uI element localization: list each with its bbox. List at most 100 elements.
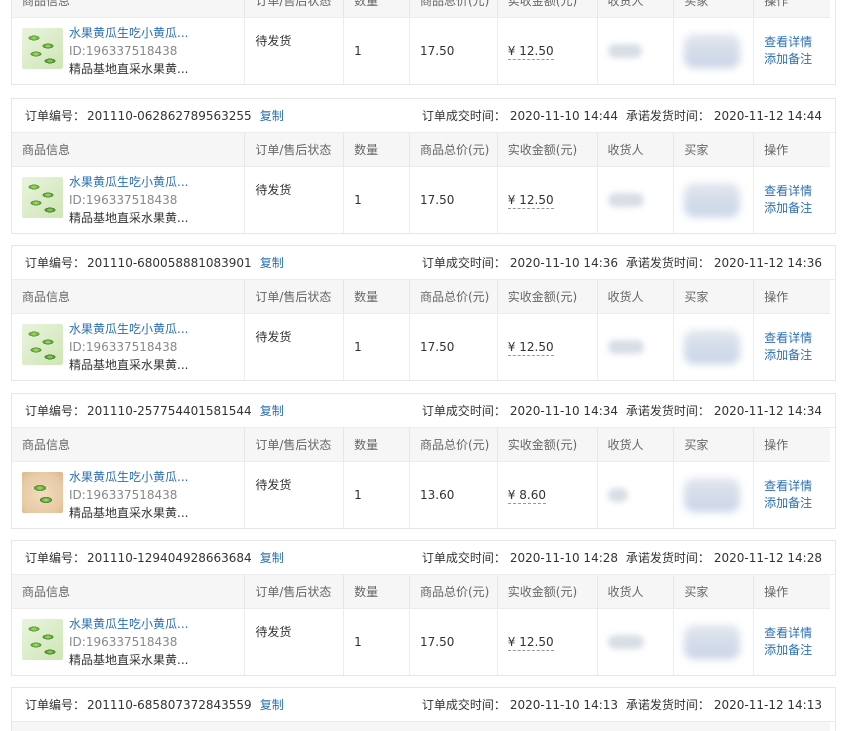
product-thumbnail[interactable] <box>22 619 63 660</box>
deal-time: 2020-11-10 14:13 <box>509 698 619 712</box>
receiver-redacted <box>607 193 644 207</box>
paid-amount[interactable]: ¥ 12.50 <box>507 634 554 651</box>
order-no-label: 订单编号： <box>25 256 86 270</box>
table-row: 水果黄瓜生吃小黄瓜... ID:196337518438 精品基地直采水果黄..… <box>12 609 830 675</box>
col-total-price: 商品总价(元) <box>409 133 497 166</box>
col-quantity: 数量 <box>343 575 409 608</box>
col-actions: 操作 <box>753 133 830 166</box>
product-cell: 水果黄瓜生吃小黄瓜... ID:196337518438 精品基地直采水果黄..… <box>12 314 244 380</box>
paid-amount[interactable]: ¥ 12.50 <box>507 43 554 60</box>
add-note-link[interactable]: 添加备注 <box>764 51 812 68</box>
order-no-label: 订单编号： <box>25 698 86 712</box>
order-card: 订单编号： 201110-680058881083901 复制 订单成交时间： 202… <box>11 245 836 381</box>
receiver-redacted <box>607 44 642 58</box>
col-quantity: 数量 <box>343 0 409 17</box>
table-row: 水果黄瓜生吃小黄瓜... ID:196337518438 精品基地直采水果黄..… <box>12 18 830 84</box>
paid-amount[interactable]: ¥ 12.50 <box>507 339 554 356</box>
table-header: 商品信息 订单/售后状态 数量 商品总价(元) 实收金额(元) 收货人 买家 操… <box>12 133 830 167</box>
add-note-link[interactable]: 添加备注 <box>764 347 812 364</box>
col-paid-amount: 实收金额(元) <box>496 575 597 608</box>
add-note-link[interactable]: 添加备注 <box>764 642 812 659</box>
col-product-info: 商品信息 <box>22 143 71 157</box>
col-product-info: 商品信息 <box>22 0 71 8</box>
deal-time-label: 订单成交时间： <box>421 404 506 418</box>
product-name-link[interactable]: 水果黄瓜生吃小黄瓜... <box>69 173 188 191</box>
col-total-price: 商品总价(元) <box>409 280 497 313</box>
view-detail-link[interactable]: 查看详情 <box>764 478 812 495</box>
paid-amount[interactable]: ¥ 12.50 <box>507 192 554 209</box>
table-row: 水果黄瓜生吃小黄瓜... ID:196337518438 精品基地直采水果黄..… <box>12 462 830 528</box>
order-number: 201110-685807372843559 <box>87 698 252 712</box>
product-thumbnail[interactable] <box>22 28 63 69</box>
copy-order-no-button[interactable]: 复制 <box>260 551 284 565</box>
order-status: 待发货 <box>244 609 343 675</box>
order-card: 订单编号： 201110-257754401581544 复制 订单成交时间： 202… <box>11 393 836 529</box>
col-status: 订单/售后状态 <box>244 0 343 17</box>
table-header: 商品信息 订单/售后状态 数量 商品总价(元) 实收金额(元) 收货人 买家 操… <box>12 575 830 609</box>
copy-order-no-button[interactable]: 复制 <box>260 404 284 418</box>
product-name-link[interactable]: 水果黄瓜生吃小黄瓜... <box>69 320 188 338</box>
copy-order-no-button[interactable]: 复制 <box>260 256 284 270</box>
add-note-link[interactable]: 添加备注 <box>764 200 812 217</box>
buyer-redacted <box>684 625 741 659</box>
table-row: 水果黄瓜生吃小黄瓜... ID:196337518438 精品基地直采水果黄..… <box>12 167 830 233</box>
add-note-link[interactable]: 添加备注 <box>764 495 812 512</box>
ship-time-label: 承诺发货时间： <box>625 551 710 565</box>
view-detail-link[interactable]: 查看详情 <box>764 183 812 200</box>
total-price: 13.60 <box>409 462 497 528</box>
order-card: 订单编号： 201110-062862789563255 复制 订单成交时间： 202… <box>11 98 836 234</box>
quantity: 1 <box>343 314 409 380</box>
copy-order-no-button[interactable]: 复制 <box>260 109 284 123</box>
ship-time-label: 承诺发货时间： <box>625 109 710 123</box>
total-price: 17.50 <box>409 314 497 380</box>
order-status: 待发货 <box>244 18 343 84</box>
col-total-price: 商品总价(元) <box>409 0 497 17</box>
product-thumbnail[interactable] <box>22 472 63 513</box>
col-total-price: 商品总价(元) <box>409 575 497 608</box>
col-quantity: 数量 <box>343 133 409 166</box>
view-detail-link[interactable]: 查看详情 <box>764 34 812 51</box>
receiver-redacted <box>607 340 644 354</box>
deal-time: 2020-11-10 14:34 <box>509 404 619 418</box>
actions-cell: 查看详情 添加备注 <box>753 314 830 380</box>
product-id: ID:196337518438 <box>69 193 178 207</box>
product-name-link[interactable]: 水果黄瓜生吃小黄瓜... <box>69 468 188 486</box>
col-paid-amount: 实收金额(元) <box>496 133 597 166</box>
product-thumbnail[interactable] <box>22 324 63 365</box>
col-buyer: 买家 <box>673 428 753 461</box>
col-buyer: 买家 <box>673 575 753 608</box>
product-desc: 精品基地直采水果黄... <box>69 506 189 520</box>
col-product-info: 商品信息 <box>22 290 71 304</box>
order-header: 订单编号： 201110-062862789563255 复制 订单成交时间： 202… <box>12 99 835 133</box>
col-paid-amount: 实收金额(元) <box>496 280 597 313</box>
col-actions: 操作 <box>753 428 830 461</box>
col-quantity: 数量 <box>343 280 409 313</box>
col-buyer: 买家 <box>673 0 753 17</box>
quantity: 1 <box>343 167 409 233</box>
col-status: 订单/售后状态 <box>244 575 343 608</box>
copy-order-no-button[interactable]: 复制 <box>260 698 284 712</box>
product-id: ID:196337518438 <box>69 488 178 502</box>
ship-time-label: 承诺发货时间： <box>625 256 710 270</box>
order-status: 待发货 <box>244 167 343 233</box>
col-receiver: 收货人 <box>596 280 674 313</box>
product-id: ID:196337518438 <box>69 44 178 58</box>
view-detail-link[interactable]: 查看详情 <box>764 330 812 347</box>
order-card: 商品信息 订单/售后状态 数量 商品总价(元) 实收金额(元) 收货人 买家 操… <box>11 0 836 85</box>
product-name-link[interactable]: 水果黄瓜生吃小黄瓜... <box>69 615 188 633</box>
col-receiver: 收货人 <box>596 428 674 461</box>
paid-amount[interactable]: ¥ 8.60 <box>507 487 546 504</box>
ship-time: 2020-11-12 14:28 <box>713 551 822 565</box>
view-detail-link[interactable]: 查看详情 <box>764 625 812 642</box>
col-product-info: 商品信息 <box>22 585 71 599</box>
deal-time: 2020-11-10 14:44 <box>509 109 619 123</box>
receiver-redacted <box>607 488 628 502</box>
product-desc: 精品基地直采水果黄... <box>69 211 189 225</box>
order-no-label: 订单编号： <box>25 551 86 565</box>
product-name-link[interactable]: 水果黄瓜生吃小黄瓜... <box>69 24 188 42</box>
deal-time: 2020-11-10 14:36 <box>509 256 619 270</box>
col-status: 订单/售后状态 <box>244 428 343 461</box>
product-thumbnail[interactable] <box>22 177 63 218</box>
table-header: 商品信息 订单/售后状态 数量 商品总价(元) 实收金额(元) 收货人 买家 操… <box>12 428 830 462</box>
actions-cell: 查看详情 添加备注 <box>753 167 830 233</box>
